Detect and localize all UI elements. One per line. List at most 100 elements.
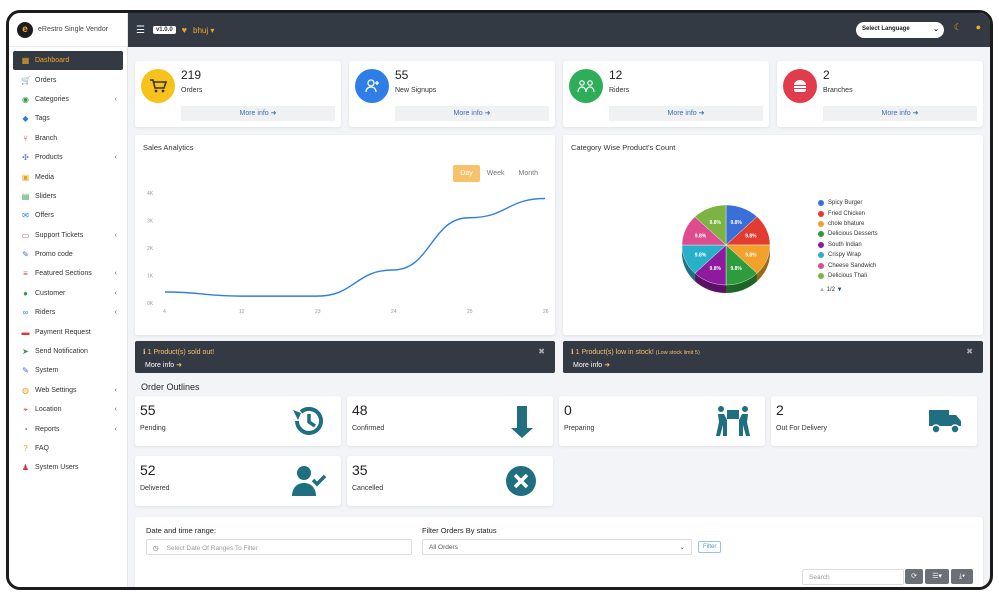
hamburger-icon[interactable]: ☰	[136, 25, 145, 36]
legend-item[interactable]: Cheese Sandwich	[818, 260, 878, 270]
tag-icon: ◆	[22, 114, 29, 124]
more-info-label: More info	[881, 110, 911, 117]
sidebar-item-payment-request[interactable]: ▬ Payment Request	[13, 322, 123, 341]
sidebar-item-label: Featured Sections	[35, 270, 92, 278]
legend-pager[interactable]: ▲ 1/2 ▼	[819, 287, 843, 293]
version-badge: v1.0.0	[152, 26, 176, 34]
heart-icon: ♥	[181, 25, 187, 35]
more-info-link[interactable]: More info ➜	[395, 106, 549, 121]
sidebar-item-label: Web Settings	[35, 386, 77, 394]
alert-more-link[interactable]: More info ➜	[573, 361, 610, 369]
sidebar-item-faq[interactable]: ? FAQ	[13, 439, 123, 458]
order-card-delivered[interactable]: 52 Delivered	[135, 456, 341, 506]
close-icon[interactable]: ✖	[966, 347, 973, 356]
sidebar-item-riders[interactable]: ∞ Riders ‹	[13, 303, 123, 322]
order-card-out-for-delivery[interactable]: 2 Out For Delivery	[771, 396, 977, 446]
search-input[interactable]: Search	[802, 569, 904, 585]
sidebar-item-label: System	[35, 367, 59, 375]
caret-up-icon[interactable]: ▲	[819, 287, 825, 293]
sidebar-item-branch[interactable]: ⑂ Branch	[13, 129, 123, 148]
caret-down-icon[interactable]: ▼	[837, 287, 843, 293]
order-card-confirmed[interactable]: 48 Confirmed	[347, 396, 553, 446]
sidebar-item-featured-sections[interactable]: ≡ Featured Sections ‹	[13, 264, 123, 283]
sidebar-item-sliders[interactable]: ▤ Sliders	[13, 187, 123, 206]
alert-more-link[interactable]: More info ➜	[145, 361, 182, 369]
x-tick-label: 24	[391, 309, 397, 315]
legend-label: Delicious Thali	[828, 272, 867, 279]
orders-filter-panel: Date and time range: ◷ Select Date Of Ran…	[135, 517, 983, 587]
language-select[interactable]: Select Language ⌄	[856, 22, 944, 38]
legend-item[interactable]: Delicious Desserts	[818, 229, 878, 239]
sidebar-item-label: Location	[35, 406, 62, 414]
more-info-link[interactable]: More info ➜	[609, 106, 763, 121]
order-card-pending[interactable]: 55 Pending	[135, 396, 341, 446]
sidebar: e eRestro Single Vendor ▦ Dashboard 🛒 Order…	[9, 13, 128, 587]
chevron-left-icon: ‹	[114, 95, 117, 103]
pie-slice-label: 9.8%	[730, 220, 742, 226]
sidebar-item-customer[interactable]: ● Customer ‹	[13, 284, 123, 303]
y-tick-label: 4K	[147, 191, 154, 197]
legend-item[interactable]: Crispy Wrap	[818, 250, 878, 260]
sidebar-item-label: Orders	[35, 76, 57, 84]
sidebar-item-categories[interactable]: ◉ Categories ‹	[13, 90, 123, 109]
pie-slice-label: 9.8%	[730, 266, 742, 272]
more-info-link[interactable]: More info ➜	[823, 106, 977, 121]
x-tick-label: 23	[315, 309, 321, 315]
export-icon[interactable]: ⤓▾	[951, 569, 973, 584]
legend-item[interactable]: chole bhature	[818, 219, 878, 229]
sidebar-item-label: Customer	[35, 289, 66, 297]
more-info-label: More info	[667, 110, 697, 117]
sidebar-item-system-users[interactable]: ♟ System Users	[13, 458, 123, 477]
location-label: bhuj	[193, 25, 209, 35]
category-pie-chart: 9.8% 9.8% 9.8% 9.8% 9.8% 9.8% 9.8% 9.8%	[681, 204, 771, 293]
sidebar-item-media[interactable]: ▣ Media	[13, 167, 123, 186]
chevron-down-icon: ⌄	[933, 26, 939, 33]
sidebar-item-offers[interactable]: ✉ Offers	[13, 206, 123, 225]
brand[interactable]: e eRestro Single Vendor	[9, 13, 127, 47]
products-icon: ✣	[22, 153, 29, 163]
sidebar-item-tags[interactable]: ◆ Tags	[13, 109, 123, 128]
sidebar-item-send-notification[interactable]: ➤ Send Notification	[13, 342, 123, 361]
order-card-cancelled[interactable]: 35 Cancelled	[347, 456, 553, 506]
pie-slice-label: 9.8%	[695, 234, 707, 240]
close-icon[interactable]: ✖	[538, 347, 545, 356]
more-info-label: More info	[239, 110, 269, 117]
dark-mode-icon[interactable]: ☾	[954, 22, 962, 33]
sidebar-item-promo-code[interactable]: ✎ Promo code	[13, 245, 123, 264]
slider-icon: ▤	[21, 191, 30, 201]
alert-title: ℹ 1 Product(s) sold out!	[143, 349, 215, 356]
sidebar-item-location[interactable]: ⌖ Location ‹	[13, 400, 123, 419]
legend-item[interactable]: Spicy Burger	[818, 198, 878, 208]
sidebar-item-web-settings[interactable]: ◍ Web Settings ‹	[13, 381, 123, 400]
legend-swatch	[818, 252, 824, 259]
date-range-input[interactable]: ◷ Select Date Of Ranges To Filter	[146, 539, 412, 555]
order-card-preparing[interactable]: 0 Preparing	[559, 396, 765, 446]
legend-item[interactable]: Delicious Thali	[818, 271, 878, 281]
user-icon[interactable]: ●	[976, 22, 981, 32]
order-label: Cancelled	[352, 485, 384, 492]
sidebar-item-reports[interactable]: ◔ Reports ‹	[13, 419, 123, 438]
promo-icon: ✎	[22, 250, 29, 260]
stat-card-orders: 219 Orders More info ➜	[135, 61, 341, 127]
more-info-link[interactable]: More info ➜	[181, 106, 335, 121]
sidebar-item-label: Send Notification	[35, 348, 88, 356]
columns-toggle-icon[interactable]: ☰▾	[925, 569, 949, 584]
sidebar-item-label: Tags	[35, 115, 50, 123]
sidebar-item-orders[interactable]: 🛒 Orders	[13, 70, 123, 89]
location-dropdown[interactable]: bhuj ▾	[193, 26, 214, 35]
send-icon: ➤	[22, 347, 29, 357]
sidebar-item-system[interactable]: ✎ System	[13, 361, 123, 380]
order-label: Pending	[140, 425, 166, 432]
sidebar-item-label: Offers	[35, 212, 54, 220]
filter-button[interactable]: Filter	[698, 541, 722, 553]
stat-label: Riders	[609, 87, 630, 94]
sidebar-item-products[interactable]: ✣ Products ‹	[13, 148, 123, 167]
globe-icon: ◍	[22, 385, 29, 395]
sidebar-item-support-tickets[interactable]: ▭ Support Tickets ‹	[13, 226, 123, 245]
refresh-icon[interactable]: ⟳	[905, 569, 923, 584]
legend-item[interactable]: Fried Chicken	[818, 208, 878, 218]
legend-item[interactable]: South Indian	[818, 240, 878, 250]
layers-icon: ≡	[23, 269, 28, 279]
sidebar-item-dashboard[interactable]: ▦ Dashboard	[13, 51, 123, 71]
status-select[interactable]: All Orders ⌄	[422, 539, 692, 555]
